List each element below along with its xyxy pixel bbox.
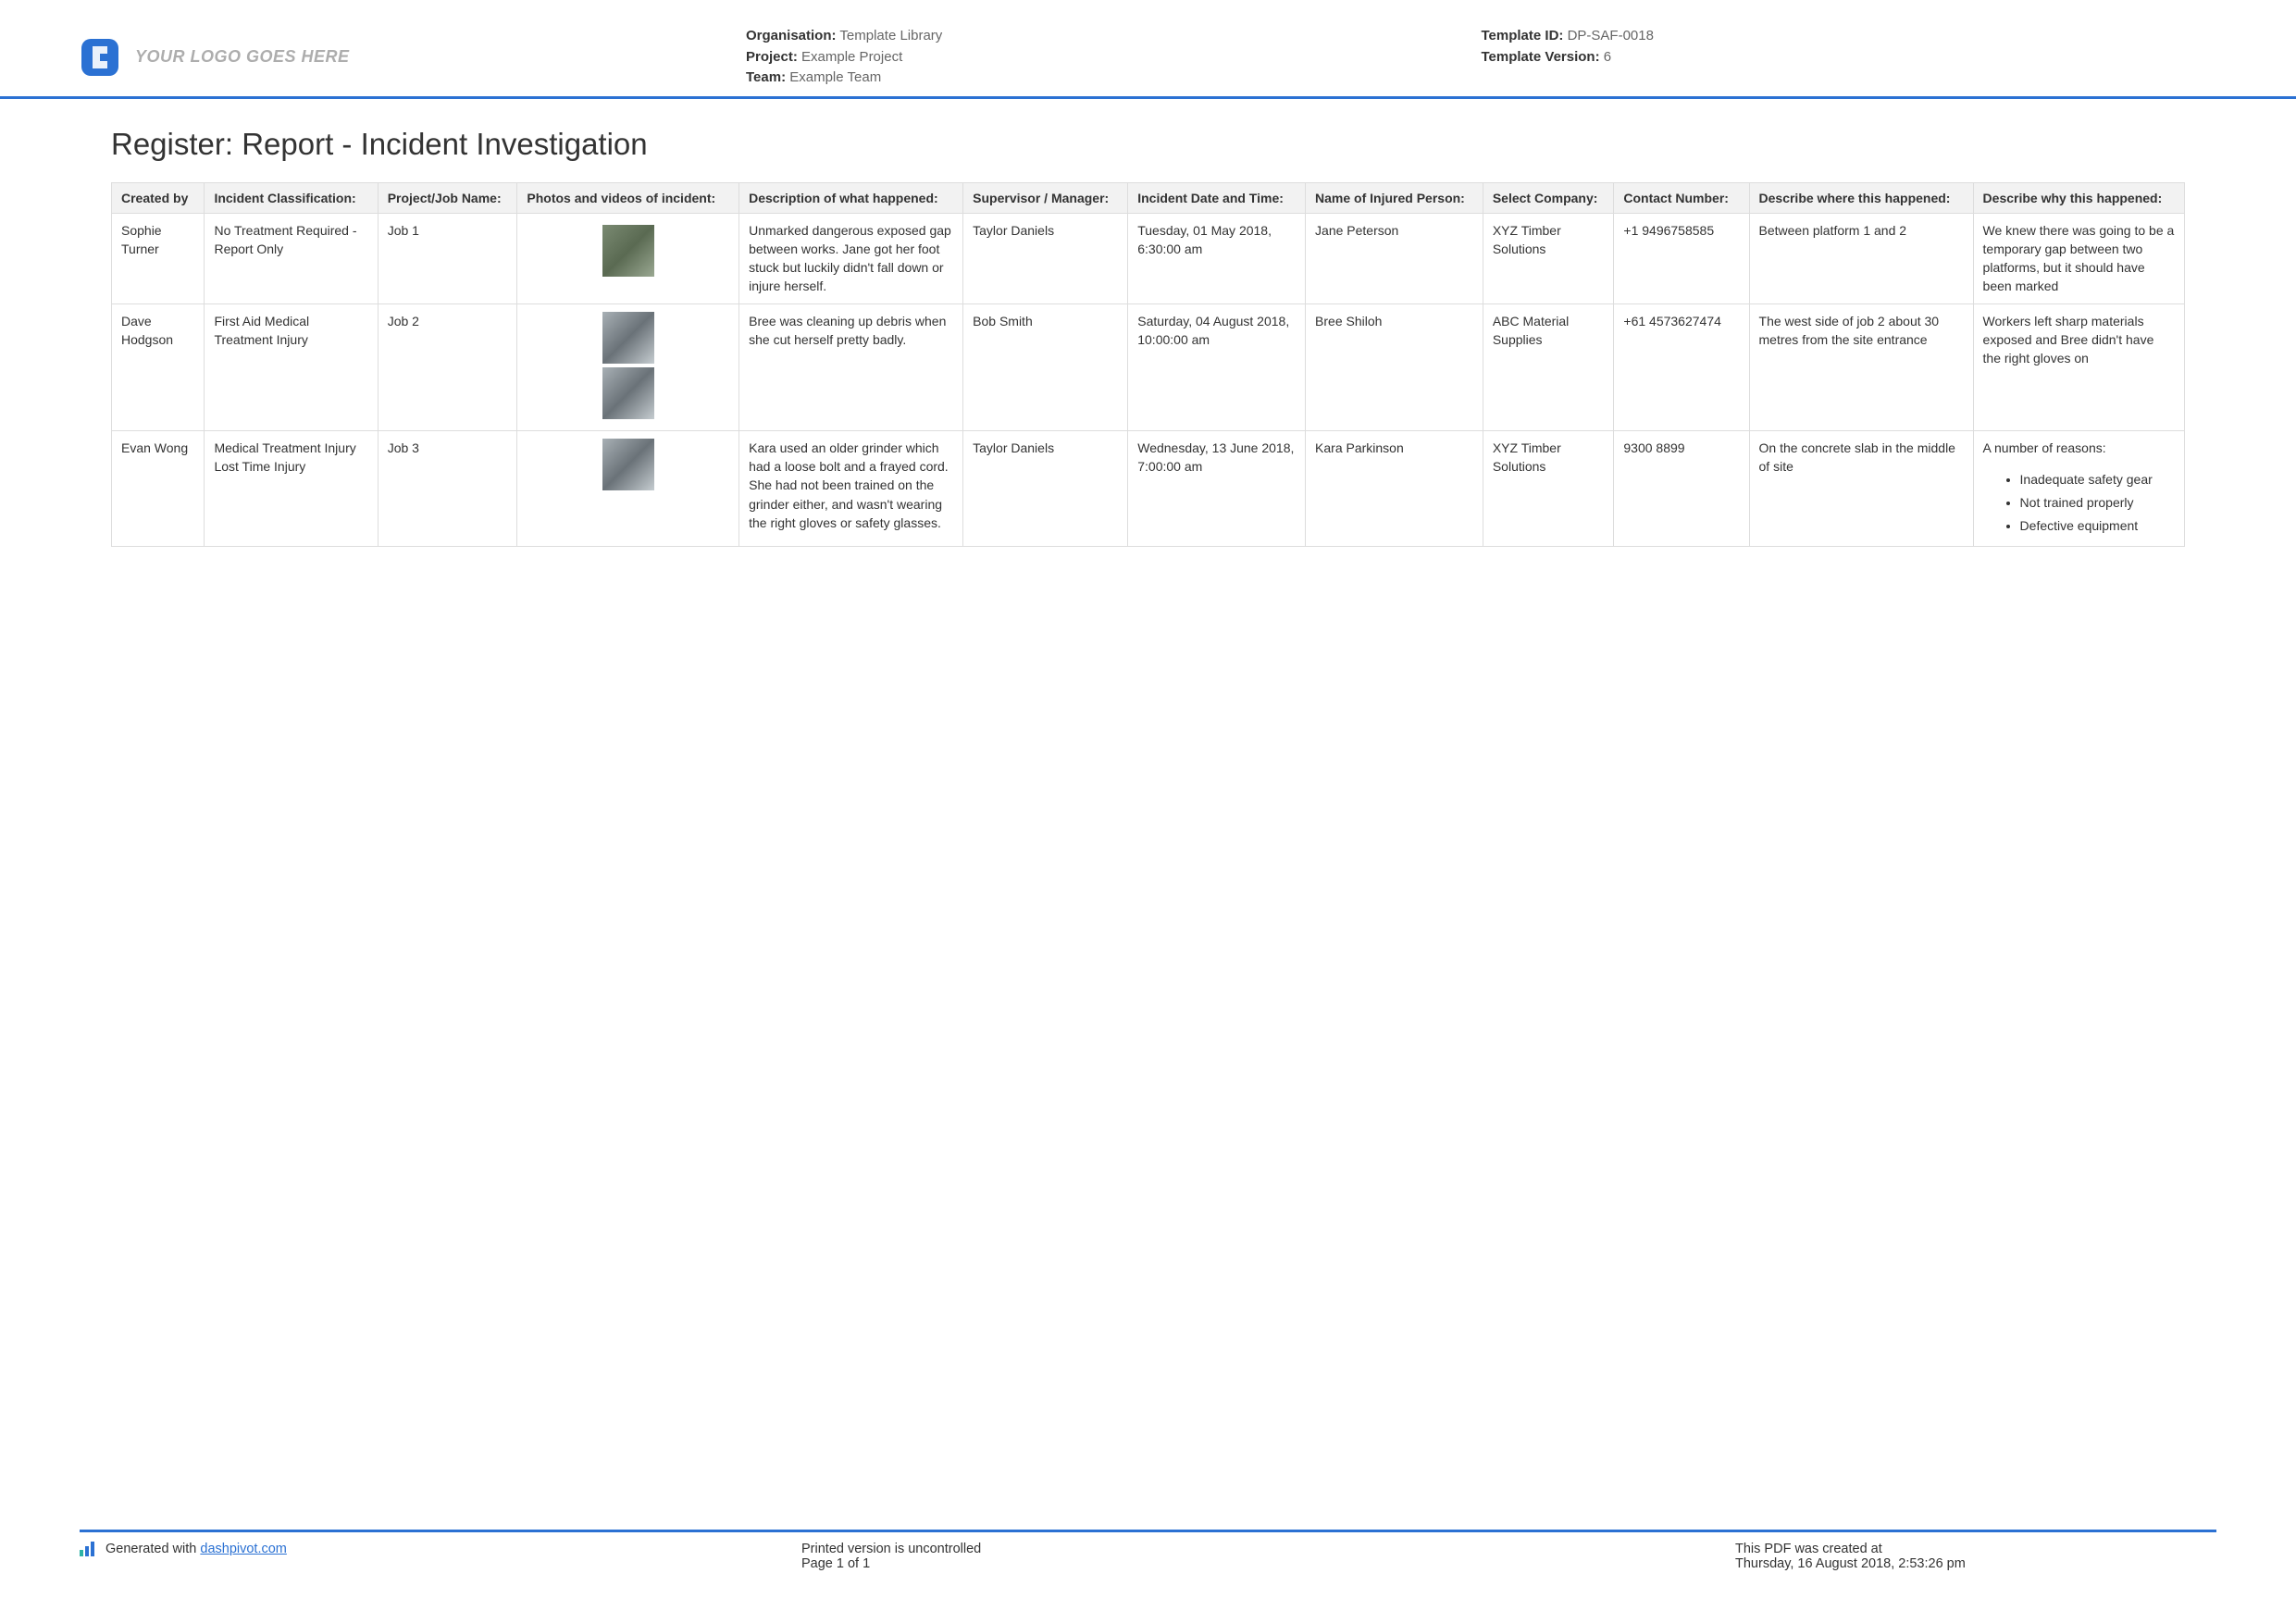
cell-job: Job 3 bbox=[378, 430, 517, 546]
cell-description: Unmarked dangerous exposed gap between w… bbox=[739, 213, 963, 304]
page-title: Register: Report - Incident Investigatio… bbox=[0, 99, 2296, 182]
bar-chart-icon bbox=[80, 1542, 96, 1556]
cell-company: ABC Material Supplies bbox=[1483, 304, 1614, 430]
table-row: Sophie Turner No Treatment Required - Re… bbox=[112, 213, 2185, 304]
cell-contact: +61 4573627474 bbox=[1614, 304, 1749, 430]
cell-classification: No Treatment Required - Report Only bbox=[205, 213, 378, 304]
col-company: Select Company: bbox=[1483, 182, 1614, 213]
incident-table: Created by Incident Classification: Proj… bbox=[111, 182, 2185, 547]
cell-date: Tuesday, 01 May 2018, 6:30:00 am bbox=[1128, 213, 1306, 304]
template-version-label: Template Version: bbox=[1482, 49, 1600, 65]
organisation-label: Organisation: bbox=[746, 28, 837, 43]
col-description: Description of what happened: bbox=[739, 182, 963, 213]
cell-company: XYZ Timber Solutions bbox=[1483, 430, 1614, 546]
page-footer: Generated with dashpivot.com Printed ver… bbox=[80, 1530, 2216, 1571]
footer-center: Printed version is uncontrolled Page 1 o… bbox=[801, 1542, 1735, 1571]
cell-contact: 9300 8899 bbox=[1614, 430, 1749, 546]
cell-supervisor: Taylor Daniels bbox=[963, 430, 1128, 546]
cell-where: On the concrete slab in the middle of si… bbox=[1749, 430, 1973, 546]
col-job: Project/Job Name: bbox=[378, 182, 517, 213]
cell-created-by: Evan Wong bbox=[112, 430, 205, 546]
table-row: Evan Wong Medical Treatment Injury Lost … bbox=[112, 430, 2185, 546]
col-date: Incident Date and Time: bbox=[1128, 182, 1306, 213]
cell-classification: Medical Treatment Injury Lost Time Injur… bbox=[205, 430, 378, 546]
cell-date: Wednesday, 13 June 2018, 7:00:00 am bbox=[1128, 430, 1306, 546]
cell-company: XYZ Timber Solutions bbox=[1483, 213, 1614, 304]
cell-where: Between platform 1 and 2 bbox=[1749, 213, 1973, 304]
page-number-text: Page 1 of 1 bbox=[801, 1556, 1735, 1571]
cell-photos bbox=[517, 430, 739, 546]
footer-right: This PDF was created at Thursday, 16 Aug… bbox=[1735, 1542, 2216, 1571]
template-version-value: 6 bbox=[1604, 49, 1611, 65]
cell-classification: First Aid Medical Treatment Injury bbox=[205, 304, 378, 430]
cell-why: A number of reasons: Inadequate safety g… bbox=[1973, 430, 2184, 546]
cell-supervisor: Bob Smith bbox=[963, 304, 1128, 430]
generated-with-text: Generated with bbox=[105, 1542, 200, 1556]
cell-why: We knew there was going to be a temporar… bbox=[1973, 213, 2184, 304]
cell-description: Bree was cleaning up debris when she cut… bbox=[739, 304, 963, 430]
cell-injured: Kara Parkinson bbox=[1306, 430, 1483, 546]
pdf-created-date: Thursday, 16 August 2018, 2:53:26 pm bbox=[1735, 1556, 2216, 1571]
col-where: Describe where this happened: bbox=[1749, 182, 1973, 213]
cell-description: Kara used an older grinder which had a l… bbox=[739, 430, 963, 546]
cell-contact: +1 9496758585 bbox=[1614, 213, 1749, 304]
cell-where: The west side of job 2 about 30 metres f… bbox=[1749, 304, 1973, 430]
incident-photo-thumbnail bbox=[602, 225, 654, 277]
cell-date: Saturday, 04 August 2018, 10:00:00 am bbox=[1128, 304, 1306, 430]
cell-created-by: Dave Hodgson bbox=[112, 304, 205, 430]
header-meta-right: Template ID: DP-SAF-0018 Template Versio… bbox=[1482, 26, 2217, 89]
cell-job: Job 2 bbox=[378, 304, 517, 430]
template-id-value: DP-SAF-0018 bbox=[1568, 28, 1654, 43]
cell-photos bbox=[517, 213, 739, 304]
project-label: Project: bbox=[746, 49, 798, 65]
printed-version-text: Printed version is uncontrolled bbox=[801, 1542, 1735, 1556]
dashpivot-link[interactable]: dashpivot.com bbox=[200, 1542, 287, 1556]
template-id-label: Template ID: bbox=[1482, 28, 1564, 43]
cell-created-by: Sophie Turner bbox=[112, 213, 205, 304]
incident-photo-thumbnail bbox=[602, 312, 654, 364]
cell-supervisor: Taylor Daniels bbox=[963, 213, 1128, 304]
col-injured: Name of Injured Person: bbox=[1306, 182, 1483, 213]
app-logo-icon bbox=[80, 37, 120, 78]
col-photos: Photos and videos of incident: bbox=[517, 182, 739, 213]
col-classification: Incident Classification: bbox=[205, 182, 378, 213]
organisation-value: Template Library bbox=[839, 28, 942, 43]
cell-photos bbox=[517, 304, 739, 430]
col-created-by: Created by bbox=[112, 182, 205, 213]
why-intro: A number of reasons: bbox=[1983, 440, 2106, 455]
logo-placeholder-text: YOUR LOGO GOES HERE bbox=[135, 47, 350, 67]
logo-section: YOUR LOGO GOES HERE bbox=[80, 26, 746, 89]
col-why: Describe why this happened: bbox=[1973, 182, 2184, 213]
why-list-item: Defective equipment bbox=[2020, 514, 2175, 538]
page-header: YOUR LOGO GOES HERE Organisation: Templa… bbox=[0, 0, 2296, 99]
team-value: Example Team bbox=[789, 69, 881, 85]
cell-job: Job 1 bbox=[378, 213, 517, 304]
table-row: Dave Hodgson First Aid Medical Treatment… bbox=[112, 304, 2185, 430]
cell-injured: Bree Shiloh bbox=[1306, 304, 1483, 430]
cell-why: Workers left sharp materials exposed and… bbox=[1973, 304, 2184, 430]
incident-photo-thumbnail bbox=[602, 439, 654, 490]
project-value: Example Project bbox=[801, 49, 902, 65]
table-header-row: Created by Incident Classification: Proj… bbox=[112, 182, 2185, 213]
why-reason-list: Inadequate safety gear Not trained prope… bbox=[2020, 468, 2175, 539]
header-meta-center: Organisation: Template Library Project: … bbox=[746, 26, 1482, 89]
team-label: Team: bbox=[746, 69, 786, 85]
col-contact: Contact Number: bbox=[1614, 182, 1749, 213]
cell-injured: Jane Peterson bbox=[1306, 213, 1483, 304]
pdf-created-label: This PDF was created at bbox=[1735, 1542, 2216, 1556]
footer-left: Generated with dashpivot.com bbox=[80, 1542, 801, 1571]
why-list-item: Not trained properly bbox=[2020, 491, 2175, 514]
incident-photo-thumbnail bbox=[602, 367, 654, 419]
col-supervisor: Supervisor / Manager: bbox=[963, 182, 1128, 213]
why-list-item: Inadequate safety gear bbox=[2020, 468, 2175, 491]
